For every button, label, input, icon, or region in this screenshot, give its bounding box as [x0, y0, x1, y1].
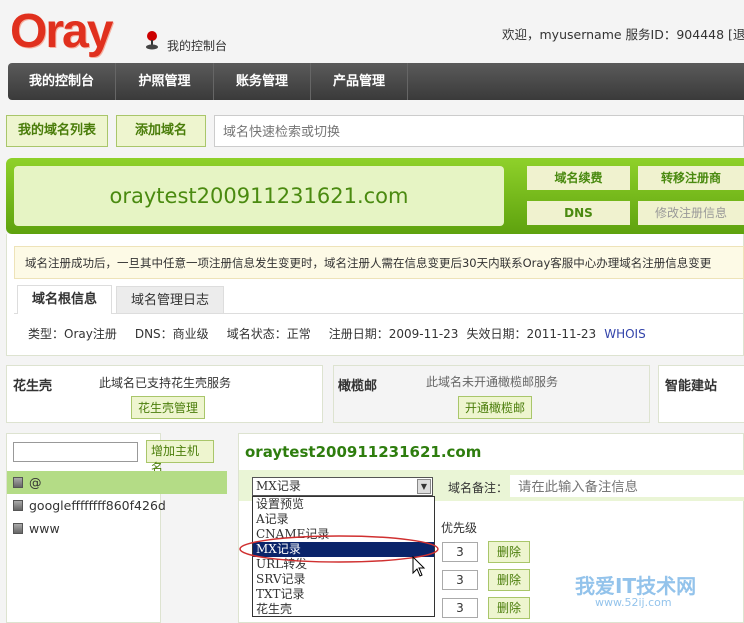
service-name: 智能建站: [665, 379, 718, 394]
service-name: 橄榄邮: [338, 379, 378, 394]
cursor-icon: [412, 556, 426, 577]
renew-button[interactable]: 域名续费: [527, 166, 630, 190]
nav-passport[interactable]: 护照管理: [116, 63, 214, 100]
nav-console[interactable]: 我的控制台: [8, 63, 116, 100]
domain-search-input[interactable]: [214, 115, 744, 147]
whois-link[interactable]: WHOIS: [604, 327, 646, 341]
host-list: @ googleffffffff860f426d www: [7, 471, 227, 540]
info-dns: DNS：商业级: [134, 327, 209, 341]
service-desc: 此域名已支持花生壳服务: [99, 376, 232, 390]
host-item[interactable]: @: [7, 471, 227, 494]
delete-button[interactable]: 删除: [488, 597, 530, 619]
my-domains-button[interactable]: 我的域名列表: [6, 115, 108, 147]
delete-button[interactable]: 删除: [488, 569, 530, 591]
host-icon: [13, 500, 23, 511]
host-label: www: [29, 521, 60, 536]
priority-label: 优先级: [441, 521, 478, 535]
phddns-manage-button[interactable]: 花生壳管理: [131, 396, 206, 419]
nav-products[interactable]: 产品管理: [311, 63, 408, 100]
host-item[interactable]: www: [7, 517, 227, 540]
tab-divider: [14, 313, 744, 314]
priority-input[interactable]: 3: [442, 542, 478, 562]
tab-management-log[interactable]: 域名管理日志: [116, 286, 224, 313]
host-icon: [13, 523, 23, 534]
service-site: 智能建站: [658, 365, 744, 423]
notice-bar: 域名注册成功后，一旦其中任意一项注册信息发生变更时，域名注册人需在信息变更后30…: [14, 246, 744, 279]
host-item[interactable]: googleffffffff860f426d: [7, 494, 227, 517]
chevron-down-icon[interactable]: ▼: [417, 479, 431, 494]
option-phddns[interactable]: 花生壳: [253, 602, 434, 617]
service-desc: 此域名未开通橄榄邮服务: [426, 375, 559, 389]
watermark-text: 我爱IT技术网: [575, 574, 697, 598]
note-label: 域名备注：: [448, 481, 509, 495]
record-type-select[interactable]: MX记录 ▼: [252, 477, 433, 496]
domain-info-line: 类型：Oray注册 DNS：商业级 域名状态：正常 注册日期：2009-11-23 失效…: [28, 325, 664, 342]
host-name-input[interactable]: [13, 442, 138, 462]
add-domain-button[interactable]: 添加域名: [116, 115, 206, 147]
delete-button[interactable]: 删除: [488, 541, 530, 563]
nav-billing[interactable]: 账务管理: [214, 63, 311, 100]
console-label: 我的控制台: [167, 39, 228, 53]
add-host-button[interactable]: 增加主机名: [146, 440, 214, 475]
info-exp-date: 失效日期：2011-11-23: [466, 327, 597, 341]
open-mail-button[interactable]: 开通橄榄邮: [458, 396, 533, 419]
priority-input[interactable]: 3: [442, 570, 478, 590]
oray-logo[interactable]: Oray: [10, 4, 113, 59]
dns-button[interactable]: DNS: [527, 201, 630, 225]
tab-root-info[interactable]: 域名根信息: [17, 285, 112, 314]
welcome-text: 欢迎，myusername 服务ID：904448 [退: [502, 27, 744, 42]
host-label: @: [29, 475, 42, 490]
modify-registration-button[interactable]: 修改注册信息: [638, 201, 744, 225]
domain-name: oraytest200911231621.com: [14, 166, 504, 226]
joystick-icon: [146, 31, 158, 50]
transfer-registrar-button[interactable]: 转移注册商: [638, 166, 744, 190]
info-status: 域名状态：正常: [226, 327, 311, 341]
priority-input[interactable]: 3: [442, 598, 478, 618]
host-label: googleffffffff860f426d: [29, 498, 166, 513]
records-title: oraytest200911231621.com: [245, 443, 482, 461]
watermark-url: www.52ij.com: [595, 596, 672, 609]
option-preview[interactable]: 设置预览: [253, 497, 434, 512]
note-input[interactable]: [510, 475, 744, 497]
info-type: 类型：Oray注册: [28, 327, 117, 341]
option-a[interactable]: A记录: [253, 512, 434, 527]
option-srv[interactable]: SRV记录: [253, 572, 434, 587]
info-reg-date: 注册日期：2009-11-23: [328, 327, 459, 341]
host-icon: [13, 477, 23, 488]
service-mail: 橄榄邮 此域名未开通橄榄邮服务 开通橄榄邮: [333, 365, 650, 423]
select-value: MX记录: [256, 479, 301, 493]
service-name: 花生壳: [13, 379, 53, 394]
service-phddns: 花生壳 此域名已支持花生壳服务 花生壳管理: [6, 365, 323, 423]
option-txt[interactable]: TXT记录: [253, 587, 434, 602]
main-nav: 我的控制台 护照管理 账务管理 产品管理: [8, 63, 744, 100]
